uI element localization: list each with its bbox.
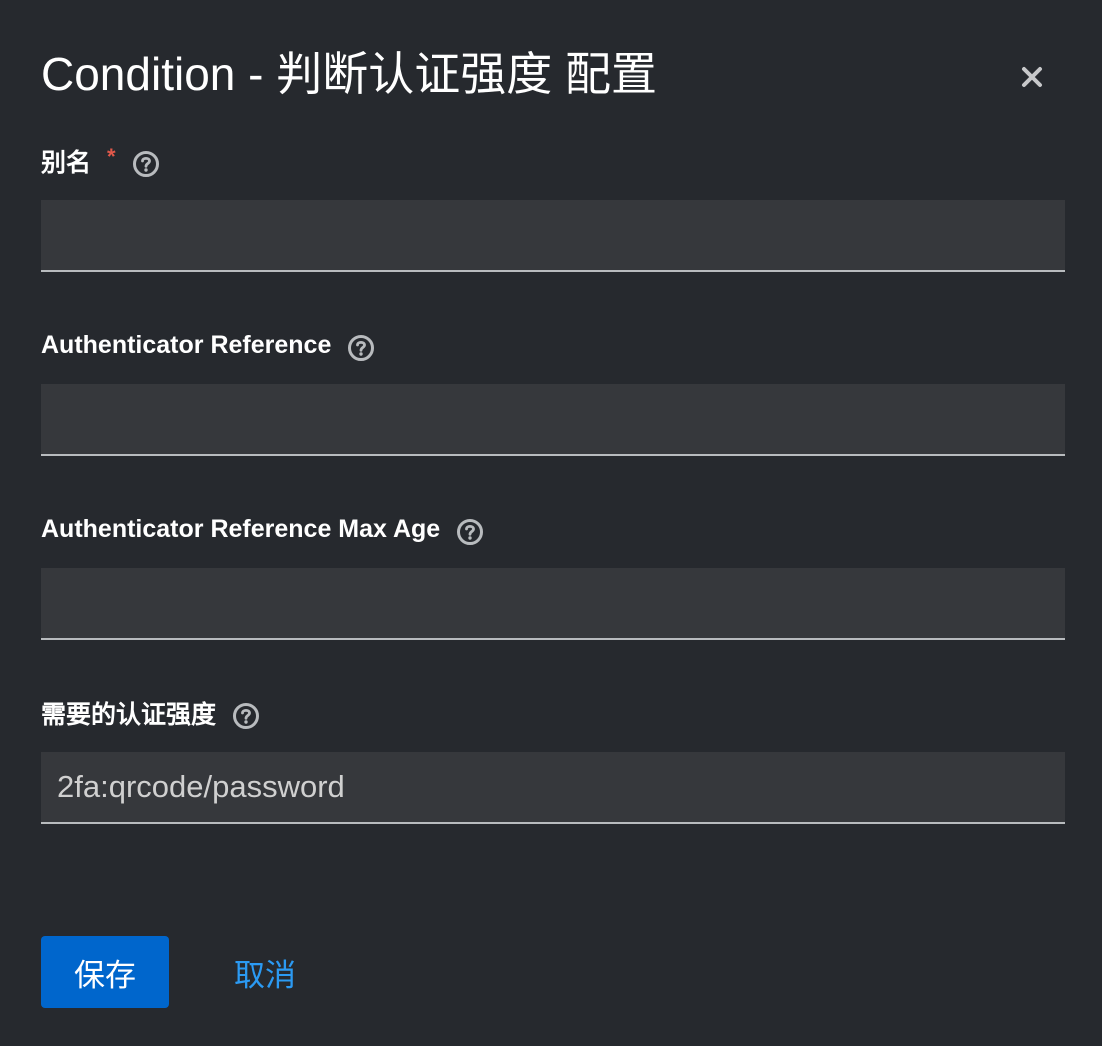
authenticator-reference-max-age-label: Authenticator Reference Max Age <box>41 514 441 543</box>
question-circle-icon[interactable] <box>347 334 375 362</box>
close-button[interactable] <box>1010 55 1054 99</box>
question-circle-icon[interactable] <box>132 150 160 178</box>
authenticator-reference-max-age-input[interactable] <box>41 568 1065 640</box>
question-circle-icon[interactable] <box>456 518 484 546</box>
required-loa-label: 需要的认证强度 <box>41 701 217 729</box>
question-circle-icon[interactable] <box>232 702 260 730</box>
alias-label-row: 别名 * <box>41 143 160 179</box>
authenticator-reference-label-row: Authenticator Reference <box>41 327 375 363</box>
authenticator-reference-max-age-label-row: Authenticator Reference Max Age <box>41 511 484 547</box>
cancel-button[interactable]: 取消 <box>217 936 313 1008</box>
save-button[interactable]: 保存 <box>41 936 169 1008</box>
alias-label: 别名 <box>41 149 92 177</box>
required-loa-input[interactable]: 2fa:qrcode/password <box>41 752 1065 824</box>
required-indicator: * <box>107 144 116 169</box>
close-icon <box>1022 67 1042 87</box>
configuration-dialog: Condition - 判断认证强度 配置 别名 * Authenticator… <box>0 0 1102 1046</box>
required-loa-label-row: 需要的认证强度 <box>41 695 260 731</box>
dialog-title: Condition - 判断认证强度 配置 <box>41 48 658 100</box>
authenticator-reference-input[interactable] <box>41 384 1065 456</box>
authenticator-reference-label: Authenticator Reference <box>41 330 332 359</box>
alias-input[interactable] <box>41 200 1065 272</box>
